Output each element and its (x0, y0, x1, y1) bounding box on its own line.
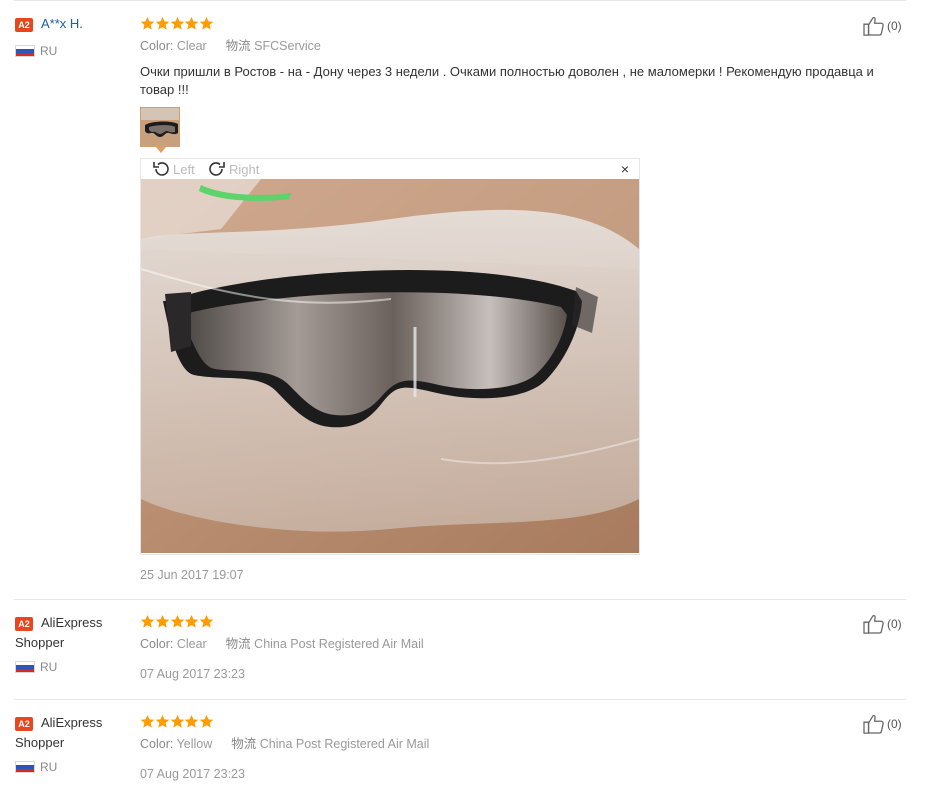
order-info: Color: Yellow 物流 China Post Registered A… (140, 736, 429, 752)
rotate-right-label: Right (229, 161, 260, 177)
user-name: AliExpress Shopper (15, 615, 103, 650)
rotate-right-button[interactable]: Right (207, 160, 259, 178)
shipping-label: 物流 (225, 39, 251, 53)
order-info: Color: Clear 物流 SFCService (140, 38, 321, 54)
review-text: Очки пришли в Ростов - на - Дону через 3… (140, 64, 874, 97)
review-photo-large (141, 179, 639, 553)
country-code: RU (40, 760, 58, 774)
review-photo-thumbnail[interactable] (140, 107, 180, 147)
shipping-value: China Post Registered Air Mail (254, 637, 424, 651)
thumbs-up-icon (863, 614, 885, 634)
star-icon (140, 614, 155, 628)
rotate-left-icon (153, 162, 169, 176)
helpful-button[interactable]: (0) (863, 714, 902, 734)
color-value: Clear (176, 637, 207, 651)
star-icon (170, 714, 185, 728)
rotate-left-label: Left (173, 161, 195, 177)
russia-flag-icon (15, 661, 35, 673)
review-date: 07 Aug 2017 23:23 (140, 667, 245, 681)
color-label: Color: (140, 737, 174, 751)
review-divider (14, 699, 906, 700)
helpful-count: (0) (887, 717, 902, 731)
shipping-value: China Post Registered Air Mail (259, 737, 430, 751)
user-name: AliExpress Shopper (15, 715, 103, 750)
star-icon (140, 16, 155, 30)
star-rating (140, 16, 214, 32)
thumbnail-pointer (156, 147, 166, 153)
close-icon[interactable]: × (621, 161, 629, 177)
review-divider (14, 599, 906, 600)
star-rating (140, 714, 214, 730)
thumbs-up-icon (863, 714, 885, 734)
thumbs-up-icon (863, 16, 885, 36)
color-label: Color: (140, 637, 174, 651)
top-divider (14, 0, 906, 1)
color-label: Color: (140, 39, 174, 53)
country-code: RU (40, 660, 58, 674)
star-icon (170, 16, 185, 30)
helpful-count: (0) (887, 19, 902, 33)
star-icon (184, 714, 199, 728)
review-date: 07 Aug 2017 23:23 (140, 767, 245, 781)
user-name[interactable]: A**x H. (41, 14, 83, 34)
color-value: Clear (176, 39, 207, 53)
helpful-count: (0) (887, 617, 902, 631)
country-code: RU (40, 44, 58, 58)
star-icon (199, 16, 214, 30)
shipping-value: SFCService (254, 39, 321, 53)
order-info: Color: Clear 物流 China Post Registered Ai… (140, 636, 424, 652)
star-icon (155, 16, 170, 30)
rotate-left-button[interactable]: Left (151, 160, 195, 178)
shipping-label: 物流 (225, 637, 251, 651)
star-rating (140, 614, 214, 630)
star-icon (184, 614, 199, 628)
helpful-button[interactable]: (0) (863, 16, 902, 36)
russia-flag-icon (15, 45, 35, 57)
star-icon (155, 614, 170, 628)
star-icon (155, 714, 170, 728)
color-value: Yellow (176, 737, 213, 751)
star-icon (184, 16, 199, 30)
rotate-right-icon (209, 162, 225, 176)
review-date: 25 Jun 2017 19:07 (140, 568, 244, 582)
star-icon (170, 614, 185, 628)
helpful-button[interactable]: (0) (863, 614, 902, 634)
photo-viewer-toolbar: Left Right × (141, 159, 639, 179)
star-icon (199, 714, 214, 728)
russia-flag-icon (15, 761, 35, 773)
star-icon (140, 714, 155, 728)
user-level-badge: A2 (15, 18, 33, 32)
star-icon (199, 614, 214, 628)
shipping-label: 物流 (231, 737, 257, 751)
photo-viewer: Left Right × (140, 158, 640, 555)
